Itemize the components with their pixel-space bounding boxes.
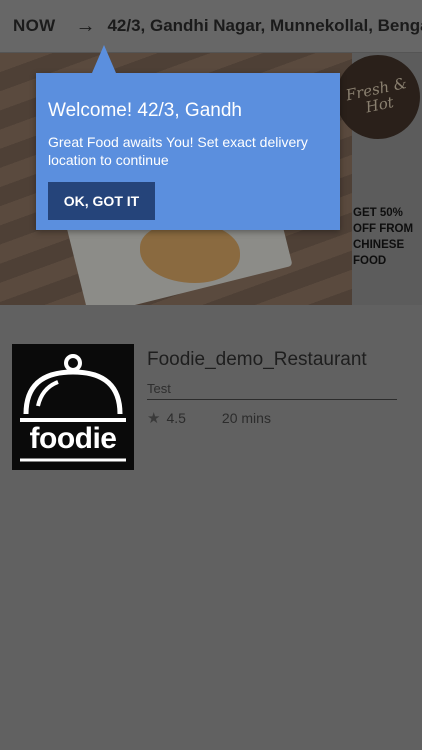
promo-line: FOOD: [353, 255, 387, 267]
tooltip-body: Great Food awaits You! Set exact deliver…: [48, 134, 308, 168]
fresh-hot-badge: Fresh & Hot: [336, 55, 420, 139]
welcome-tooltip: Welcome! 42/3, Gandh Great Food awaits Y…: [36, 45, 340, 230]
delivery-time-value: 20 mins: [221, 410, 271, 426]
promo-line: OFF FROM: [353, 223, 414, 235]
top-bar[interactable]: NOW → 42/3, Gandhi Nagar, Munnekollal, B…: [0, 0, 422, 53]
promo-line: GET 50%: [353, 207, 403, 219]
delivery-address[interactable]: 42/3, Gandhi Nagar, Munnekollal, Bengalu…: [107, 16, 422, 36]
tooltip-title: Welcome! 42/3, Gandh: [48, 100, 242, 121]
badge-text: Fresh & Hot: [344, 73, 409, 117]
ok-got-it-button[interactable]: OK, GOT IT: [48, 182, 155, 220]
restaurant-logo: foodie: [12, 344, 134, 470]
promo-text: GET 50% OFF FROM CHINESE FOOD: [353, 205, 422, 269]
rating-value: 4.5: [166, 410, 186, 426]
delivery-time-label[interactable]: NOW: [13, 16, 55, 36]
restaurant-meta: ★ 4.5 20 mins: [147, 409, 271, 427]
restaurant-name[interactable]: Foodie_demo_Restaurant: [147, 349, 367, 371]
restaurant-card[interactable]: foodie Foodie_demo_Restaurant Test ★ 4.5…: [12, 344, 408, 472]
arrow-right-icon: →: [75, 14, 96, 37]
star-icon: ★: [147, 410, 161, 427]
promo-line: CHINESE: [353, 239, 405, 251]
logo-text: foodie: [29, 422, 118, 455]
restaurant-cuisine: Test: [147, 381, 397, 400]
